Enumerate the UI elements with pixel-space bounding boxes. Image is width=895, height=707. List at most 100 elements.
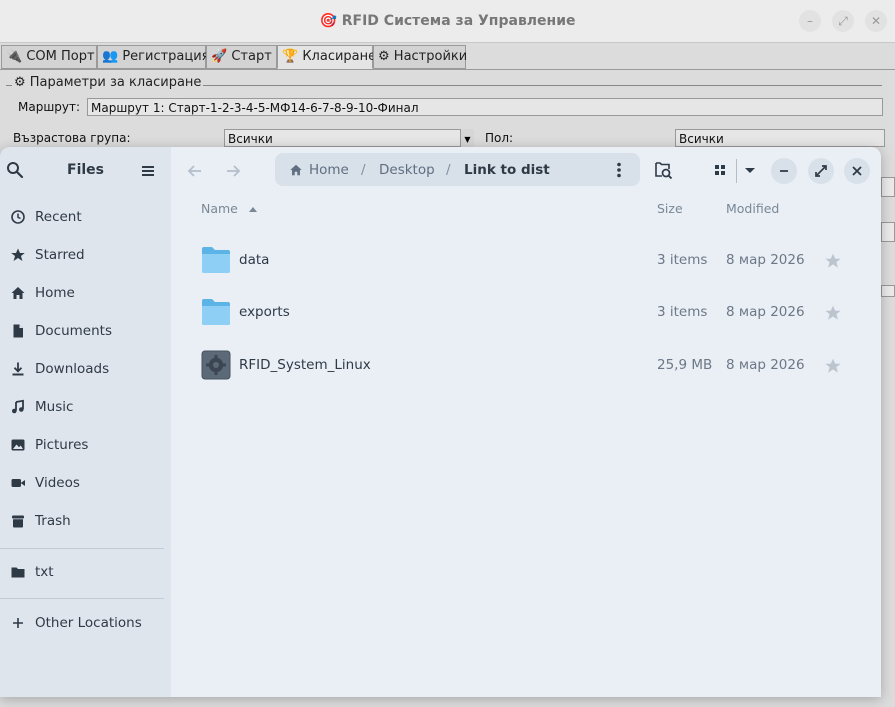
sidebar-item-starred[interactable]: Starred <box>0 238 171 272</box>
tab-com-port[interactable]: 🔌 COM Порт <box>1 45 97 69</box>
breadcrumb-separator: / <box>446 162 451 178</box>
picture-icon <box>11 439 25 451</box>
sidebar-item-label: Other Locations <box>35 615 142 631</box>
file-size: 25,9 MB <box>657 357 713 373</box>
minimize-icon <box>780 170 788 172</box>
star-icon <box>11 248 25 261</box>
column-header-name[interactable]: Name <box>201 201 258 216</box>
tab-registration[interactable]: 👥 Регистрация <box>97 45 210 69</box>
column-header-modified[interactable]: Modified <box>726 201 779 216</box>
plus-icon <box>13 618 23 628</box>
files-sidebar: Files Recent Starred Home Documents Down… <box>0 147 171 697</box>
sidebar-separator <box>0 598 164 599</box>
gender-label: Пол: <box>485 131 514 145</box>
grid-view-icon[interactable] <box>707 157 733 183</box>
sidebar-item-pictures[interactable]: Pictures <box>0 428 171 462</box>
sidebar-item-label: Music <box>35 399 74 415</box>
path-bar: Home / Desktop / Link to dist <box>275 153 640 186</box>
plug-icon: 🔌 <box>6 49 23 64</box>
right-edge-control <box>881 222 895 242</box>
maximize-button[interactable] <box>808 158 834 184</box>
tab-label: COM Порт <box>26 49 95 64</box>
search-in-folder-icon[interactable] <box>650 157 676 183</box>
file-name: exports <box>239 304 290 320</box>
forward-arrow-icon[interactable] <box>221 159 245 183</box>
right-edge-control <box>881 177 895 197</box>
sidebar-item-videos[interactable]: Videos <box>0 466 171 500</box>
age-group-select[interactable]: Всички <box>224 129 474 147</box>
hamburger-menu-icon[interactable] <box>140 163 156 179</box>
tab-label: Регистрация <box>122 49 210 64</box>
close-icon <box>852 166 862 176</box>
gender-select[interactable]: Всички <box>675 129 885 147</box>
tab-start[interactable]: 🚀 Старт <box>206 45 277 69</box>
sidebar-item-label: Starred <box>35 247 85 263</box>
sidebar-item-label: Trash <box>35 513 71 529</box>
sidebar-item-music[interactable]: Music <box>0 390 171 424</box>
route-field[interactable]: Маршрут 1: Старт-1-2-3-4-5-МФ14-6-7-8-9-… <box>87 98 883 116</box>
file-name: RFID_System_Linux <box>239 357 371 373</box>
sidebar-item-documents[interactable]: Documents <box>0 314 171 348</box>
home-icon <box>11 287 25 299</box>
files-window: Files Recent Starred Home Documents Down… <box>0 147 881 697</box>
age-group-label: Възрастова група: <box>13 131 131 145</box>
rfid-titlebar: 🎯 RFID Система за Управление – ⤢ ✕ <box>0 0 895 43</box>
right-edge-control <box>881 285 895 297</box>
tab-settings[interactable]: ⚙ Настройки <box>373 45 468 69</box>
file-modified: 8 мар 2026 <box>726 304 805 320</box>
close-button[interactable] <box>844 158 870 184</box>
file-modified: 8 мар 2026 <box>726 252 805 268</box>
star-icon[interactable] <box>824 252 842 270</box>
maximize-icon <box>815 165 827 177</box>
chevron-down-icon[interactable]: ▼ <box>460 129 474 147</box>
sidebar-item-txt[interactable]: txt <box>0 555 171 589</box>
rfid-window-title: 🎯 RFID Система за Управление <box>0 13 895 29</box>
breadcrumb-desktop[interactable]: Desktop <box>379 162 435 178</box>
users-icon: 👥 <box>102 49 119 64</box>
group-title: ⚙ Параметри за класиране <box>12 75 204 90</box>
back-arrow-icon[interactable] <box>183 159 207 183</box>
folder-icon <box>202 247 230 273</box>
trash-icon <box>12 515 24 528</box>
sidebar-item-other-locations[interactable]: Other Locations <box>0 606 171 640</box>
sidebar-item-label: Home <box>35 285 75 301</box>
target-icon: 🎯 <box>319 13 337 29</box>
rfid-close-button[interactable]: ✕ <box>865 10 887 32</box>
more-options-icon[interactable] <box>616 162 622 178</box>
music-icon <box>12 399 24 414</box>
file-row[interactable]: RFID_System_Linux 25,9 MB 8 мар 2026 <box>171 338 881 390</box>
file-row[interactable]: data 3 items 8 мар 2026 <box>171 234 881 286</box>
file-row[interactable]: exports 3 items 8 мар 2026 <box>171 286 881 338</box>
rfid-minimize-button[interactable]: – <box>799 10 821 32</box>
breadcrumb-separator: / <box>361 162 366 178</box>
sidebar-item-recent[interactable]: Recent <box>0 200 171 234</box>
executable-icon <box>201 350 231 380</box>
column-label: Name <box>201 201 238 216</box>
star-icon[interactable] <box>824 357 842 375</box>
rfid-title-text: RFID Система за Управление <box>341 13 576 29</box>
sidebar-item-downloads[interactable]: Downloads <box>0 352 171 386</box>
tab-label: Настройки <box>393 49 468 64</box>
sidebar-item-home[interactable]: Home <box>0 276 171 310</box>
document-icon <box>13 324 23 338</box>
sidebar-item-label: Videos <box>35 475 80 491</box>
clock-icon <box>11 210 25 224</box>
column-header-size[interactable]: Size <box>657 201 683 216</box>
route-label: Маршрут: <box>18 100 81 114</box>
tab-label: Старт <box>231 49 272 64</box>
sidebar-item-label: Recent <box>35 209 82 225</box>
rfid-maximize-button[interactable]: ⤢ <box>832 10 854 32</box>
tab-label: Класиране <box>302 49 377 64</box>
sidebar-item-label: txt <box>35 564 54 580</box>
sidebar-item-label: Pictures <box>35 437 89 453</box>
breadcrumb-current[interactable]: Link to dist <box>464 162 550 178</box>
minimize-button[interactable] <box>771 158 797 184</box>
video-icon <box>11 479 25 487</box>
star-icon[interactable] <box>824 304 842 322</box>
sidebar-item-trash[interactable]: Trash <box>0 504 171 538</box>
sort-ascending-icon <box>248 207 257 212</box>
file-size: 3 items <box>657 304 708 320</box>
chevron-down-icon[interactable] <box>737 157 763 183</box>
breadcrumb-home[interactable]: Home <box>309 162 349 178</box>
tab-ranking[interactable]: 🏆 Класиране <box>277 45 377 69</box>
